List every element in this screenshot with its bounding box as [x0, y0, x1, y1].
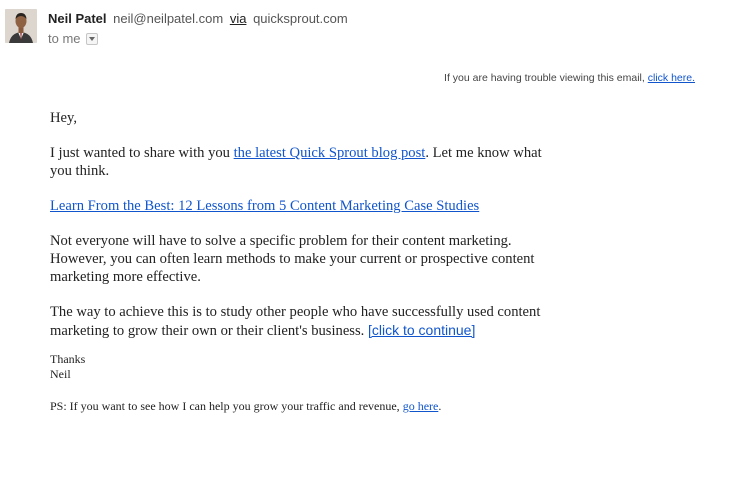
signature: Neil	[50, 367, 71, 381]
recipient-label: to me	[48, 31, 81, 46]
email-body: Hey, I just wanted to share with you the…	[50, 109, 550, 414]
details-dropdown-icon[interactable]	[85, 32, 98, 45]
blog-post-link[interactable]: the latest Quick Sprout blog post	[234, 145, 426, 161]
greeting: Hey,	[50, 110, 78, 126]
recipient-line: to me	[48, 31, 98, 46]
sender-email: neil@neilpatel.com	[113, 11, 224, 26]
trouble-viewing-notice: If you are having trouble viewing this e…	[444, 72, 695, 84]
sender-name[interactable]: Neil Patel	[48, 11, 107, 26]
post-title-paragraph: Learn From the Best: 12 Lessons from 5 C…	[50, 197, 550, 215]
click-here-link[interactable]: click here.	[648, 72, 695, 84]
intro-text: I just wanted to share with you	[50, 145, 234, 161]
continue-paragraph: The way to achieve this is to study othe…	[50, 303, 550, 340]
summary-paragraph: Not everyone will have to solve a specif…	[50, 233, 535, 285]
post-title-link[interactable]: Learn From the Best: 12 Lessons from 5 C…	[50, 198, 479, 214]
via-domain: quicksprout.com	[253, 11, 348, 26]
go-here-link[interactable]: go here	[403, 399, 439, 413]
click-to-continue-link[interactable]: [click to continue]	[368, 322, 475, 338]
trouble-text: If you are having trouble viewing this e…	[444, 72, 648, 84]
ps-text: PS: If you want to see how I can help yo…	[50, 399, 403, 413]
avatar[interactable]	[5, 9, 37, 43]
intro-paragraph: I just wanted to share with you the late…	[50, 144, 550, 180]
avatar-photo-icon	[5, 9, 37, 43]
postscript: PS: If you want to see how I can help yo…	[50, 399, 550, 414]
via-link[interactable]: via	[230, 11, 247, 26]
thanks-text: Thanks	[50, 352, 86, 366]
signoff: Thanks Neil	[50, 352, 550, 382]
ps-text-end: .	[438, 399, 442, 413]
sender-line: Neil Patel neil@neilpatel.com via quicks…	[48, 11, 348, 26]
